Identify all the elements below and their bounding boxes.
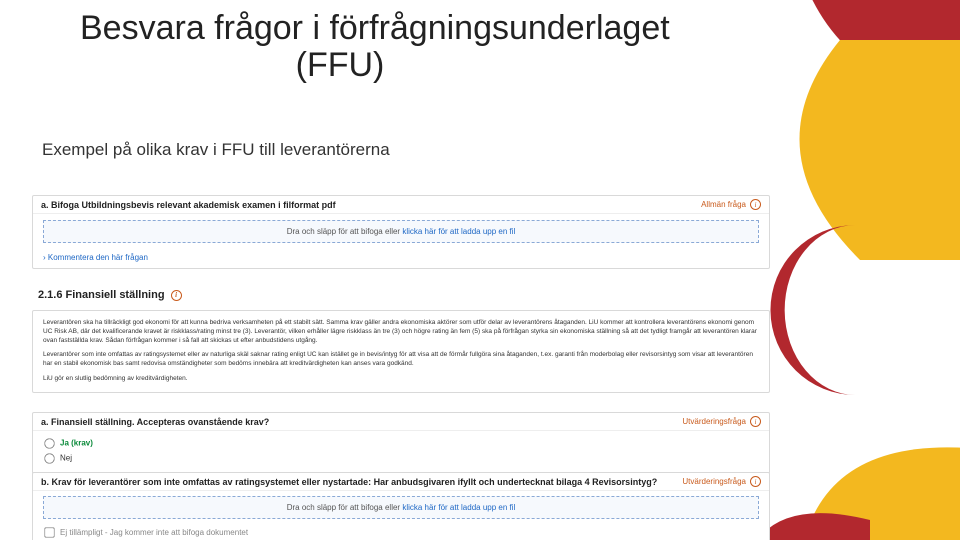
radio-yes-input[interactable] bbox=[44, 438, 54, 448]
radio-no[interactable]: Nej bbox=[43, 452, 759, 465]
desc-para-1: Leverantören ska ha tillräckligt god eko… bbox=[43, 319, 759, 345]
file-upload-dropzone[interactable]: Dra och släpp för att bifoga eller klick… bbox=[43, 220, 759, 243]
title-line1: Besvara frågor i förfrågningsunderlaget bbox=[80, 9, 670, 47]
radio-yes[interactable]: Ja (krav) bbox=[43, 437, 759, 450]
question-type-badge: Utvärderingsfråga i bbox=[682, 476, 761, 487]
title-line2: (FFU) bbox=[160, 47, 520, 84]
question-panel-attach-pdf: a. Bifoga Utbildningsbevis relevant akad… bbox=[32, 195, 770, 269]
question-label: b. Krav för leverantörer som inte omfatt… bbox=[41, 477, 657, 487]
upload-link[interactable]: klicka här för att ladda upp en fil bbox=[402, 503, 515, 512]
desc-para-2: Leverantörer som inte omfattas av rating… bbox=[43, 351, 759, 369]
question-header: a. Finansiell ställning. Accepteras ovan… bbox=[33, 413, 769, 431]
question-header: a. Bifoga Utbildningsbevis relevant akad… bbox=[33, 196, 769, 214]
question-label: a. Bifoga Utbildningsbevis relevant akad… bbox=[41, 200, 336, 210]
question-panel-financial: a. Finansiell ställning. Accepteras ovan… bbox=[32, 412, 770, 474]
question-label: a. Finansiell ställning. Accepteras ovan… bbox=[41, 417, 269, 427]
question-header: b. Krav för leverantörer som inte omfatt… bbox=[33, 473, 769, 491]
desc-para-3: LiU gör en slutlig bedömning av kreditvä… bbox=[43, 375, 759, 384]
question-type-badge: Allmän fråga i bbox=[701, 199, 761, 210]
page-title: Besvara frågor i förfrågningsunderlaget … bbox=[80, 10, 670, 85]
not-applicable-checkbox[interactable]: Ej tillämpligt - Jag kommer inte att bif… bbox=[43, 526, 759, 539]
info-icon[interactable]: i bbox=[750, 476, 761, 487]
section-heading-2-1-6: 2.1.6 Finansiell ställning i bbox=[38, 289, 182, 301]
info-icon[interactable]: i bbox=[171, 290, 182, 301]
comment-question-link[interactable]: Kommentera den här frågan bbox=[33, 249, 769, 268]
radio-no-input[interactable] bbox=[44, 453, 54, 463]
question-panel-revisor: b. Krav för leverantörer som inte omfatt… bbox=[32, 472, 770, 540]
info-icon[interactable]: i bbox=[750, 199, 761, 210]
description-panel: Leverantören ska ha tillräckligt god eko… bbox=[32, 310, 770, 393]
upload-link[interactable]: klicka här för att ladda upp en fil bbox=[402, 227, 515, 236]
question-type-badge: Utvärderingsfråga i bbox=[682, 416, 761, 427]
subtitle: Exempel på olika krav i FFU till leveran… bbox=[42, 140, 390, 160]
not-applicable-label: Ej tillämpligt - Jag kommer inte att bif… bbox=[60, 528, 248, 537]
radio-group: Ja (krav) Nej bbox=[33, 431, 769, 473]
file-upload-dropzone[interactable]: Dra och släpp för att bifoga eller klick… bbox=[43, 496, 759, 519]
not-applicable-input[interactable] bbox=[44, 527, 54, 537]
info-icon[interactable]: i bbox=[750, 416, 761, 427]
upload-text: Dra och släpp för att bifoga eller bbox=[287, 503, 403, 512]
upload-text: Dra och släpp för att bifoga eller bbox=[287, 227, 403, 236]
deco-mid-crescent bbox=[760, 225, 900, 395]
